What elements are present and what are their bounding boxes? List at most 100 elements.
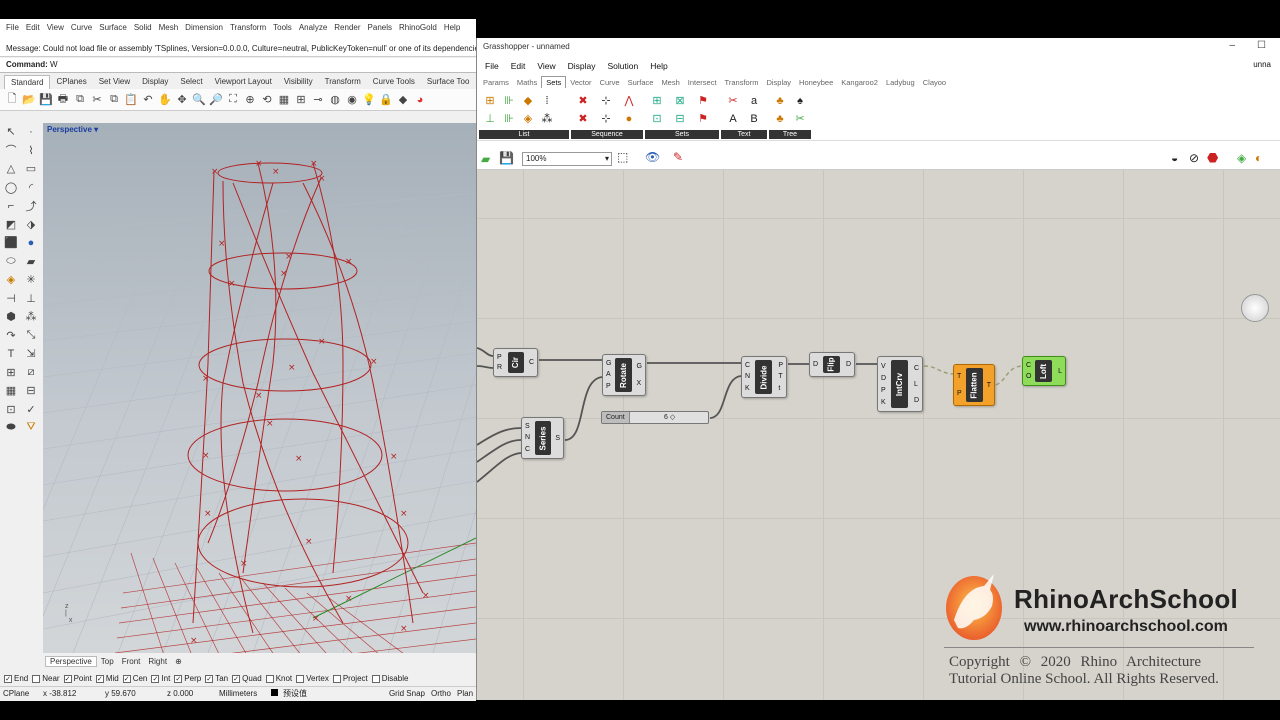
osnap-project[interactable]: Project [332,674,368,683]
extrude-icon[interactable]: ⬗ [22,216,40,233]
shade-icon[interactable]: ◍ [327,92,343,108]
sphere-icon[interactable]: ● [22,234,40,251]
osnap-cen[interactable]: ✓ Cen [122,674,147,683]
weave-icon[interactable]: ⁂ [538,110,556,127]
perspective-viewport[interactable]: × × × × × × × × × × × × × × × × × × × × × × × × × × × × Perspective… [43,123,476,653]
gh-tab-sets[interactable]: Sets [541,76,567,88]
gh-tab-surface[interactable]: Surface [624,77,658,88]
array-icon[interactable]: ⊞ [2,364,20,381]
osnap-checkbox[interactable]: ✓ [95,674,104,683]
boolean-icon[interactable]: ◈ [2,271,20,288]
gh-document-name[interactable]: unna [1247,60,1277,69]
cylinder-icon[interactable]: ⬭ [2,253,20,270]
polyline-icon[interactable]: ⌒ [2,142,20,159]
mirror-icon[interactable]: ⧄ [22,364,40,381]
arc-icon[interactable]: ◜ [22,179,40,196]
flip-input-d[interactable]: D [813,361,818,368]
series-input-c[interactable]: C [525,446,530,453]
osnap-vertex[interactable]: Vertex [296,674,329,683]
loft-component[interactable]: CO Loft L [1022,356,1066,386]
render-tool-icon[interactable]: ⬬ [2,419,20,436]
intcrv-input-p[interactable]: P [881,387,886,394]
sort-list-icon[interactable]: ◆ [519,92,537,109]
split-list-icon[interactable]: ⊪ [500,110,518,127]
series-input-s[interactable]: S [525,423,530,430]
duplicate-icon[interactable]: ⊹ [597,92,615,109]
random-icon[interactable]: ● [620,110,638,127]
osnap-quad[interactable]: ✓ Quad [232,674,262,683]
osnap-checkbox[interactable] [332,674,341,683]
circle-input-r[interactable]: R [497,364,502,371]
reverse-list-icon[interactable]: ⊥ [481,110,499,127]
flatten-input-p[interactable]: P [957,390,962,397]
text-case-icon[interactable]: A [724,110,742,127]
intcrv-input-k[interactable]: K [881,399,886,406]
series-input-n[interactable]: N [525,434,530,441]
gh-menu-display[interactable]: Display [562,61,602,71]
fillet-icon[interactable]: ⌐ [2,197,20,214]
status-grid-snap[interactable]: Grid Snap [386,689,428,698]
zoom-selected-icon[interactable]: ⊕ [242,92,258,108]
canvas-compass-icon[interactable] [1241,294,1269,322]
split-icon[interactable]: ⊣ [2,290,20,307]
status-layer[interactable]: 预设值 [268,688,386,699]
analyze-icon[interactable]: ⊡ [2,401,20,418]
viewport-title[interactable]: Perspective ▾ [47,125,98,134]
intcrv-output-l[interactable]: L [914,381,919,388]
vp-tab-right[interactable]: Right [144,657,171,666]
new-file-icon[interactable]: 🗋 [4,92,20,108]
series-output-s[interactable]: S [555,435,560,442]
undo-icon[interactable]: ↶ [140,92,156,108]
trim-icon[interactable]: ⊥ [22,290,40,307]
sketch-select-icon[interactable]: ⬚ [617,150,628,164]
sketch-pen-icon[interactable]: ✎ [673,150,683,164]
paste-icon[interactable]: 📋 [123,92,139,108]
document-preview-icon[interactable]: ◐ [1255,151,1262,165]
viewport-layout-icon[interactable]: ▦ [276,92,292,108]
print-icon[interactable]: 🖶 [55,92,71,108]
open-folder-icon[interactable]: 📂 [21,92,37,108]
preview-shaded-icon[interactable]: ⬣ [1207,150,1218,166]
explode-icon[interactable]: ✳ [22,271,40,288]
osnap-checkbox[interactable]: ✓ [4,674,12,683]
wire-intcrv-to-flatten[interactable] [923,365,954,375]
divide-input-c[interactable]: C [745,362,750,369]
divide-input-n[interactable]: N [745,373,750,380]
osnap-knot[interactable]: Knot [265,674,292,683]
gh-tab-display[interactable]: Display [762,77,795,88]
cut-icon[interactable]: ✂ [89,92,105,108]
flatten-tree-icon[interactable]: ♣ [771,92,789,109]
wire-to-circle-p[interactable] [477,347,494,357]
menu-surface[interactable]: Surface [97,23,132,32]
wire-series-to-rotate[interactable] [564,376,603,441]
color-wheel-icon[interactable]: ◕ [412,92,428,108]
wire-to-circle-r[interactable] [477,365,494,369]
import-icon[interactable]: ⧉ [72,92,88,108]
properties-icon[interactable]: ⊟ [22,382,40,399]
tab-surface-tools[interactable]: Surface Too [421,75,476,89]
light-icon[interactable]: 💡 [361,92,377,108]
osnap-point[interactable]: ✓ Point [63,674,92,683]
copy-icon[interactable]: ⧉ [106,92,122,108]
intcrv-input-d[interactable]: D [881,375,886,382]
intcrv-output-c[interactable]: C [914,365,919,372]
material-icon[interactable]: ◆ [395,92,411,108]
sub-list-icon[interactable]: ◈ [519,110,537,127]
vp-tab-add-icon[interactable]: ⊕ [171,657,186,666]
rotate-view-icon[interactable]: ⟲ [259,92,275,108]
lock-icon[interactable]: 🔒 [378,92,394,108]
menu-render[interactable]: Render [332,23,365,32]
menu-view[interactable]: View [45,23,69,32]
pan-hand-icon[interactable]: ✋ [157,92,173,108]
grid-array-icon[interactable]: ▦ [2,382,20,399]
loft-input-c[interactable]: C [1026,362,1031,369]
menu-analyze[interactable]: Analyze [297,23,332,32]
menu-file[interactable]: File [4,23,24,32]
osnap-disable[interactable]: Disable [371,674,408,683]
key-value-icon[interactable]: ⊟ [671,110,689,127]
divide-output-p[interactable]: P [778,362,783,369]
gh-tab-vector[interactable]: Vector [566,77,595,88]
move-icon[interactable]: ✥ [174,92,190,108]
set-intersection-icon[interactable]: ⊠ [671,92,689,109]
menu-help[interactable]: Help [442,23,465,32]
